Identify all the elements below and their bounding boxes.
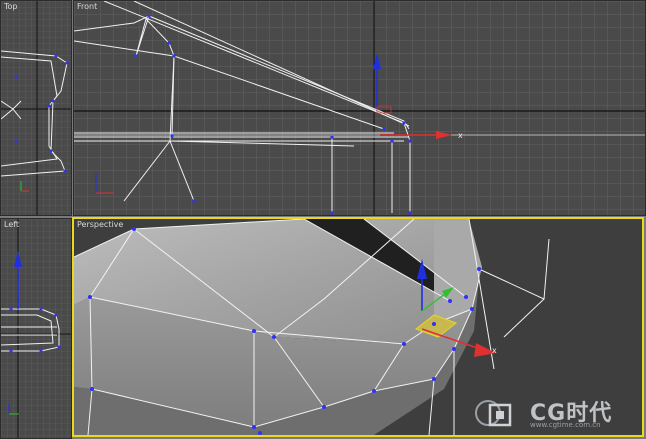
front-view-canvas: x [74,1,645,215]
viewport-left[interactable]: Left [0,218,72,439]
left-view-canvas [1,219,71,438]
perspective-x-axis-label: x [492,346,497,355]
cg-logo-icon [475,400,512,427]
viewport-top[interactable]: Top [0,0,72,216]
watermark-url: www.cgtime.com.cn [530,421,601,429]
front-x-axis-label: x [458,131,463,140]
top-view-canvas [1,1,71,215]
viewport-front[interactable]: x Front [73,0,646,216]
cg-watermark-logo: CG时代 www.cgtime.com.cn [472,391,632,431]
